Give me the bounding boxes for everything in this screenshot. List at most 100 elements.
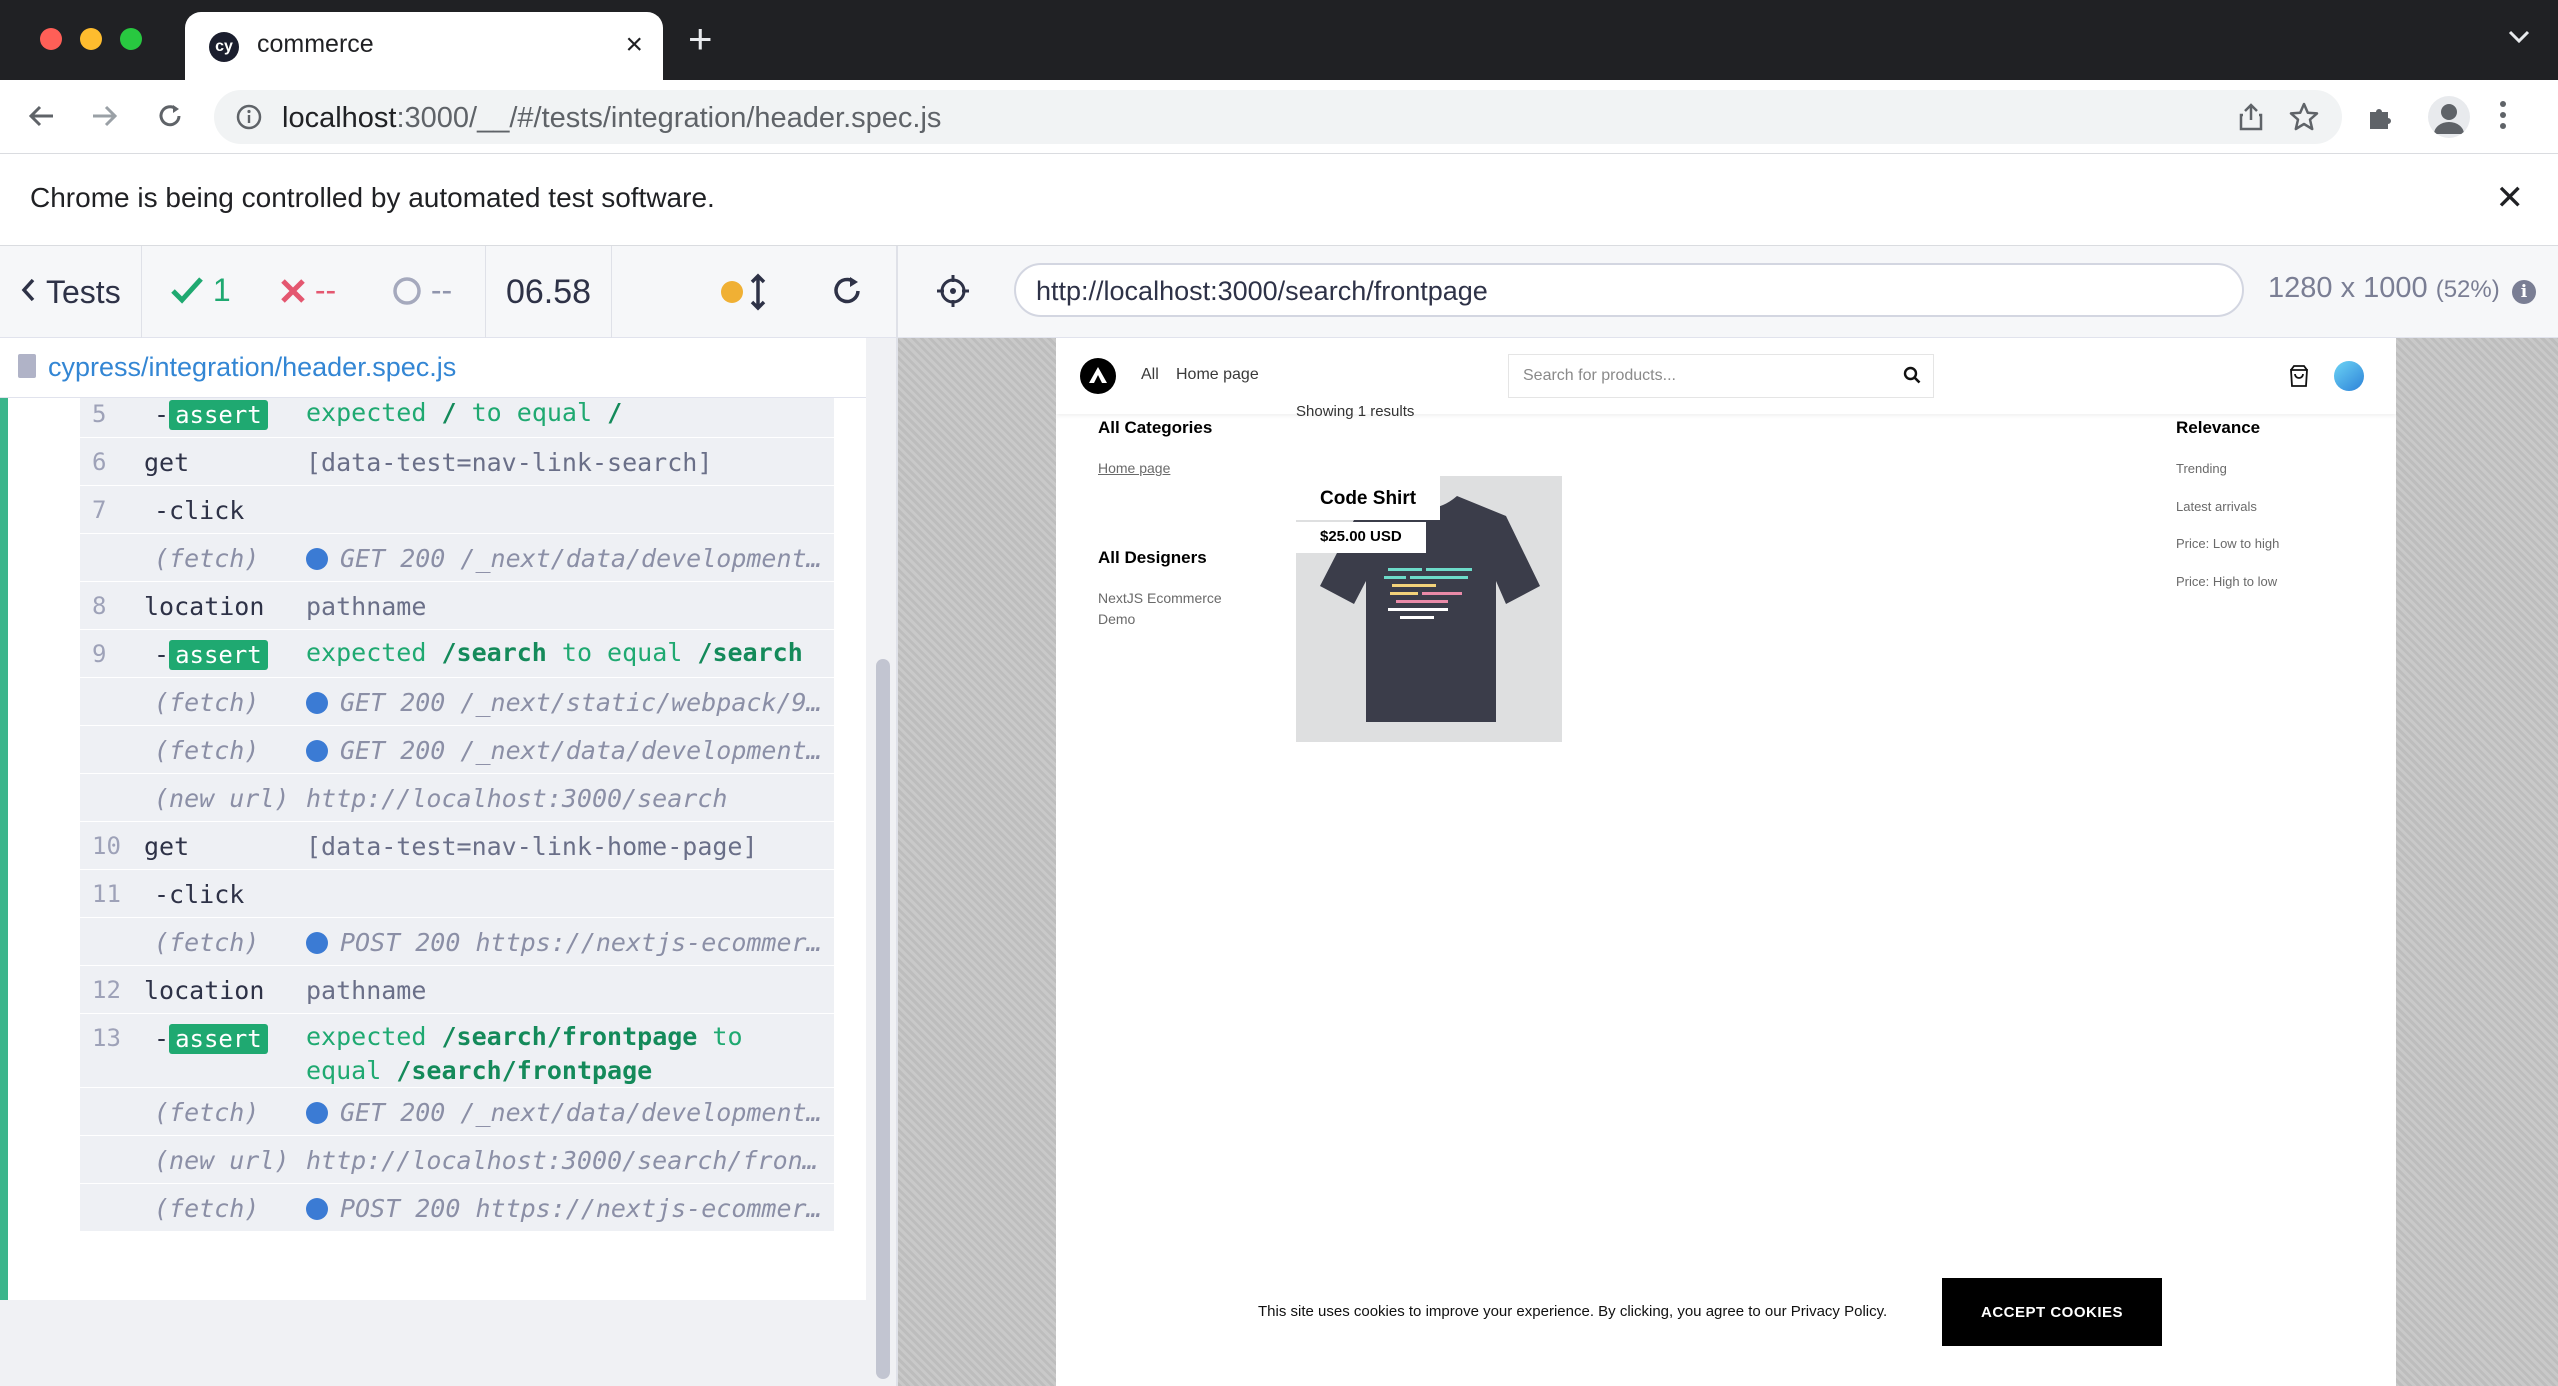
command-row[interactable]: 5 - assert expected / to equal / <box>80 398 834 438</box>
command-number: 6 <box>92 448 107 476</box>
new-tab-button[interactable]: + <box>688 18 713 60</box>
designers-title: All Designers <box>1098 548 1207 567</box>
product-card[interactable]: Code Shirt $25.00 USD <box>1296 476 1562 742</box>
command-row[interactable]: 11 -click <box>80 870 834 918</box>
reporter-scrollbar[interactable] <box>876 659 890 1379</box>
assert-part: expected <box>306 638 427 667</box>
command-number: 11 <box>92 880 121 908</box>
site-info-icon[interactable] <box>236 104 262 135</box>
assert-part: /search/frontpage <box>441 1022 698 1051</box>
viewport-info-icon[interactable]: i <box>2512 280 2536 304</box>
command-message: http://localhost:3000/search <box>306 784 728 813</box>
command-row[interactable]: 7 -click <box>80 486 834 534</box>
app-under-test: All Home page Search for products... Sho… <box>1056 338 2396 1386</box>
address-url[interactable]: localhost:3000/__/#/tests/integration/he… <box>282 102 941 135</box>
command-message: GET 200 /_next/data/development… <box>306 544 826 573</box>
command-message: [data-test=nav-link-search] <box>306 448 713 477</box>
tab-search-chevron-icon[interactable] <box>2508 30 2530 49</box>
pending-circle-icon <box>393 277 421 305</box>
assert-part: /search <box>697 638 803 667</box>
sort-title: Relevance <box>2176 418 2261 437</box>
sort-option-price-desc[interactable]: Price: High to low <box>2176 571 2277 592</box>
selector-playground-crosshair-icon[interactable] <box>936 274 970 313</box>
window-minimize-button[interactable] <box>80 28 102 50</box>
command-message: expected /search/frontpage to equal /sear… <box>306 1020 826 1088</box>
passed-stat: 1 <box>170 272 231 309</box>
file-icon <box>18 354 36 378</box>
command-row[interactable]: 8 location pathname <box>80 582 834 630</box>
command-row[interactable]: 6 get [data-test=nav-link-search] <box>80 438 834 486</box>
chrome-menu-icon[interactable] <box>2498 100 2508 135</box>
window-maximize-button[interactable] <box>120 28 142 50</box>
command-row[interactable]: (new url) http://localhost:3000/search/fr… <box>80 1136 834 1184</box>
cypress-favicon-icon: cy <box>209 32 239 62</box>
command-row[interactable]: (fetch) GET 200 /_next/data/development… <box>80 534 834 582</box>
designer-nextjs-ecommerce[interactable]: NextJS Ecommerce Demo <box>1098 588 1222 630</box>
tab-close-icon[interactable]: × <box>625 28 643 62</box>
command-number: 8 <box>92 592 107 620</box>
failed-count: -- <box>314 272 337 308</box>
request-summary: POST 200 https://nextjs-ecommer… <box>340 1194 822 1223</box>
sort-option-trending[interactable]: Trending <box>2176 458 2227 479</box>
command-message: POST 200 https://nextjs-ecommer… <box>306 1194 826 1223</box>
search-icon[interactable] <box>1903 366 1921 389</box>
command-row[interactable]: 10 get [data-test=nav-link-home-page] <box>80 822 834 870</box>
command-row[interactable]: (fetch) POST 200 https://nextjs-ecommer… <box>80 918 834 966</box>
command-row[interactable]: 12 location pathname <box>80 966 834 1014</box>
profile-avatar-icon[interactable] <box>2428 96 2470 138</box>
command-name: (fetch) <box>154 928 260 957</box>
command-message: expected /search to equal /search <box>306 636 826 670</box>
extensions-puzzle-icon[interactable] <box>2366 102 2396 137</box>
spec-path-link[interactable]: cypress/integration/header.spec.js <box>48 352 456 383</box>
reload-icon[interactable] <box>148 94 192 138</box>
command-log: 5- assert expected / to equal / 6 get [data-… <box>80 398 834 1232</box>
tests-back-button[interactable]: Tests <box>0 246 142 338</box>
auto-scroll-toggle[interactable] <box>720 272 770 320</box>
aut-url-field[interactable]: http://localhost:3000/search/frontpage <box>1014 263 2244 317</box>
reporter-controls <box>612 246 896 338</box>
command-row[interactable]: (fetch) GET 200 /_next/static/webpack/9… <box>80 678 834 726</box>
browser-tab[interactable]: cy commerce × <box>185 12 663 80</box>
command-message: [data-test=nav-link-home-page] <box>306 832 758 861</box>
viewport-scale: (52%) <box>2435 276 2500 303</box>
xhr-status-dot-icon <box>306 1102 328 1124</box>
address-bar[interactable]: localhost:3000/__/#/tests/integration/he… <box>214 90 2342 144</box>
site-search-input[interactable]: Search for products... <box>1508 354 1934 398</box>
accept-cookies-button[interactable]: ACCEPT COOKIES <box>1942 1278 2162 1346</box>
nav-link-all[interactable]: All <box>1141 366 1159 384</box>
request-summary: POST 200 https://nextjs-ecommer… <box>340 928 822 957</box>
cart-bag-icon[interactable] <box>2288 364 2310 393</box>
command-name: - assert <box>154 1024 268 1054</box>
assert-part: to <box>712 1022 743 1051</box>
forward-arrow-icon[interactable] <box>82 94 126 138</box>
command-row[interactable]: (fetch) GET 200 /_next/data/development… <box>80 726 834 774</box>
back-arrow-icon[interactable] <box>20 94 64 138</box>
site-navbar: All Home page Search for products... <box>1056 338 2396 414</box>
command-dash: - <box>154 400 170 429</box>
command-row[interactable]: 13 - assert expected /search/frontpage to eq… <box>80 1014 834 1088</box>
sort-option-price-asc[interactable]: Price: Low to high <box>2176 533 2279 554</box>
window-close-button[interactable] <box>40 28 62 50</box>
command-name: (fetch) <box>154 544 260 573</box>
command-name: -click <box>154 496 245 525</box>
assert-part: / <box>441 398 457 427</box>
viewport-dimensions: 1280 x 1000 <box>2268 272 2428 304</box>
category-home-page[interactable]: Home page <box>1098 458 1170 479</box>
user-avatar[interactable] <box>2334 361 2364 391</box>
cookie-message: This site uses cookies to improve your e… <box>1258 1303 1888 1320</box>
test-runnable: 5- assert expected / to equal / 6 get [data-… <box>0 398 866 1300</box>
command-message: GET 200 /_next/data/development… <box>306 1098 826 1127</box>
infobar-close-icon[interactable]: ✕ <box>2496 178 2525 218</box>
command-row[interactable]: (fetch) GET 200 /_next/data/development… <box>80 1088 834 1136</box>
bookmark-star-icon[interactable] <box>2288 101 2320 138</box>
nav-link-home-page[interactable]: Home page <box>1176 366 1259 384</box>
share-icon[interactable] <box>2238 103 2264 136</box>
site-logo-icon[interactable] <box>1080 358 1116 394</box>
command-row[interactable]: 9 - assert expected /search to equal /searc… <box>80 630 834 678</box>
command-message: pathname <box>306 976 427 1005</box>
command-row[interactable]: (fetch) POST 200 https://nextjs-ecommer… <box>80 1184 834 1232</box>
command-row[interactable]: (new url) http://localhost:3000/search <box>80 774 834 822</box>
sort-option-latest[interactable]: Latest arrivals <box>2176 496 2257 517</box>
command-number: 7 <box>92 496 107 524</box>
rerun-tests-icon[interactable] <box>830 274 864 316</box>
